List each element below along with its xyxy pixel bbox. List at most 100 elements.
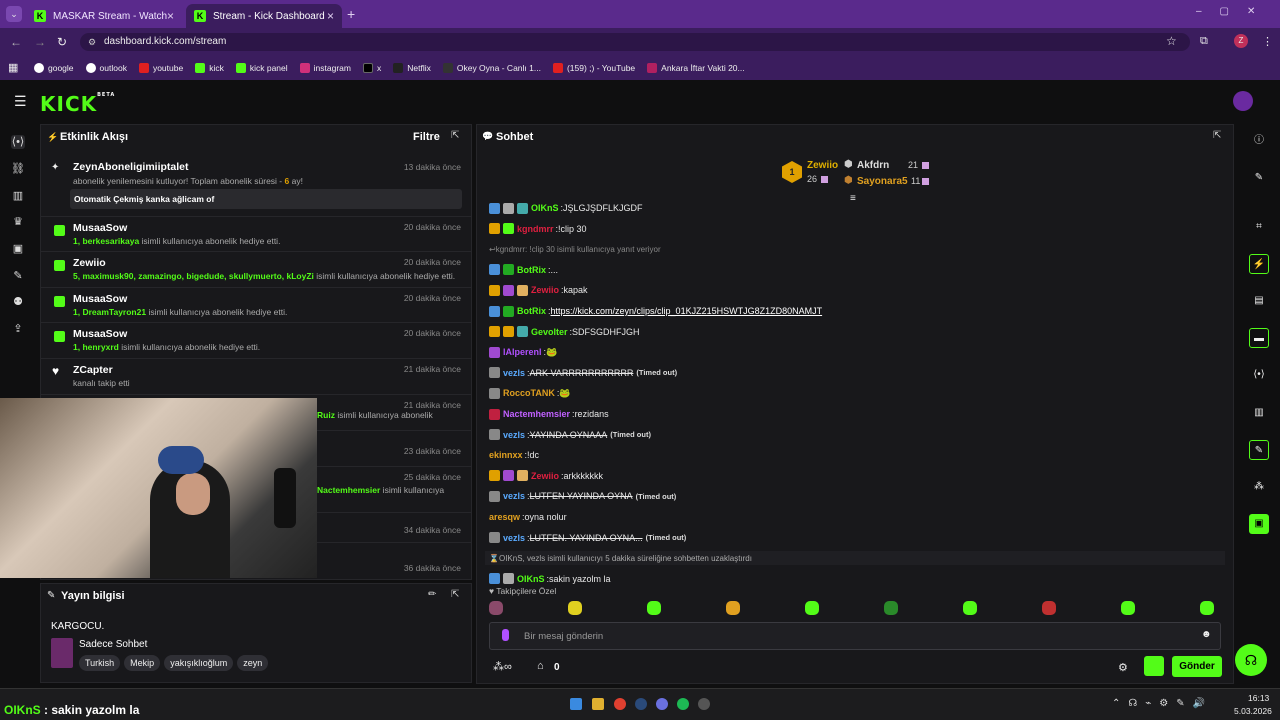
bookmark-google[interactable]: google [34,63,74,73]
chat-username[interactable]: Gevolter [531,327,568,337]
broadcast-icon[interactable]: ⟨•⟩ [1249,365,1269,385]
emote-icon[interactable] [568,601,582,615]
chart-icon[interactable]: ▥ [11,189,25,203]
capture-icon[interactable]: ⌗ [1249,217,1269,237]
chat-username[interactable]: vezls [503,430,525,440]
chat-username[interactable]: ekinnxx [489,450,523,460]
chat-username[interactable]: BotRix [517,265,546,275]
chat-username[interactable]: kgndmrr [517,224,554,234]
tag[interactable]: Mekip [124,655,161,671]
bookmark-outlook[interactable]: outlook [85,63,127,73]
bookmark-youtube-159[interactable]: (159) ;) - YouTube [552,63,635,73]
back-icon[interactable]: ← [10,35,22,49]
bookmark-x[interactable]: x [362,63,381,73]
tag[interactable]: zeyn [237,655,269,671]
trophy-icon[interactable]: ♛ [11,215,25,229]
users-icon[interactable]: ⚉ [11,295,25,309]
chat-username[interactable]: vezls [503,368,525,378]
edit-icon[interactable]: ✏ [428,589,436,600]
bookmark-kick[interactable]: kick [195,63,224,73]
close-icon[interactable]: × [167,9,174,23]
tag[interactable]: yakışıklıoğlum [164,655,234,671]
link-icon[interactable]: ⛓ [11,162,25,176]
pencil-icon[interactable]: ✎ [1249,168,1269,188]
menu-icon[interactable]: ⋮ [1262,35,1273,48]
send-button[interactable]: Gönder [1172,656,1222,677]
window-controls[interactable]: –▢✕ [1196,6,1276,17]
tab-kick-dashboard[interactable]: K Stream - Kick Dashboard × [186,4,342,28]
emote-icon[interactable] [1200,601,1214,615]
emoji-icon[interactable]: ☻ [1201,629,1212,640]
kick-logo[interactable]: KICKBETA [40,92,115,116]
user-avatar[interactable] [1233,91,1253,111]
chat-input[interactable]: Bir mesaj gönderin ☻ [489,622,1221,650]
mic-icon[interactable] [502,629,509,641]
chat-link[interactable]: https://kick.com/zeyn/clips/clip_01KJZ21… [551,306,823,316]
support-button[interactable]: ☊ [1235,644,1267,676]
close-icon[interactable]: × [327,9,334,23]
emote-icon[interactable] [1121,601,1135,615]
chat-username[interactable]: Nactemhemsier [503,409,570,419]
info-icon[interactable]: ⓘ [1249,131,1269,151]
chrome-icon[interactable] [614,698,626,710]
emote-icon[interactable] [1042,601,1056,615]
popout-icon[interactable]: ⇱ [451,589,459,600]
chat-icon[interactable]: ▬ [1249,328,1269,348]
store-icon[interactable]: ⌂ [537,660,544,672]
category-name[interactable]: Sadece Sohbet [79,639,147,650]
bookmark-ankara[interactable]: Ankara İftar Vakti 20... [647,63,745,73]
chat-username[interactable]: OIKnS [531,203,559,213]
wrench-icon[interactable]: ✎ [11,269,25,283]
forward-icon[interactable]: → [34,35,46,49]
emote-icon[interactable] [647,601,661,615]
users-icon[interactable]: ⁂ [1249,477,1269,497]
new-tab-button[interactable]: + [347,6,355,22]
video-icon[interactable]: ▣ [11,242,25,256]
tag[interactable]: Turkish [79,655,121,671]
emote-icon[interactable] [489,601,503,615]
layout-icon[interactable]: ▥ [1249,403,1269,423]
bookmark-okey[interactable]: Okey Oyna - Canlı 1... [442,63,541,73]
site-info-icon[interactable]: ⚙ [88,37,96,48]
emote-icon[interactable] [884,601,898,615]
channel-points-icon[interactable]: ⁂∞ [493,660,512,673]
profile-avatar[interactable]: Z [1234,34,1248,48]
url-input[interactable]: dashboard.kick.com/stream [80,33,1190,51]
app-icon[interactable]: ▣ [1249,514,1269,534]
apps-icon[interactable]: ▦ [8,61,18,74]
bookmark-kick-panel[interactable]: kick panel [235,63,288,73]
steam-icon[interactable] [635,698,647,710]
chat-username[interactable]: Zewiio [531,471,559,481]
tab-search-button[interactable]: ⌄ [6,6,22,22]
bookmark-instagram[interactable]: instagram [299,63,351,73]
chat-username[interactable]: Zewiio [531,285,559,295]
chat-username[interactable]: aresqw [489,512,520,522]
emote-icon[interactable] [963,601,977,615]
file-explorer-icon[interactable] [592,698,604,710]
bookmark-star-icon[interactable]: ☆ [1166,34,1177,48]
settings-icon[interactable]: ⚙ [1118,661,1128,674]
bookmark-youtube[interactable]: youtube [138,63,183,73]
obs-icon[interactable] [698,698,710,710]
bot-icon[interactable] [1144,656,1164,676]
chat-username[interactable]: vezls [503,491,525,501]
lightning-icon[interactable]: ⚡ [1249,254,1269,274]
chat-username[interactable]: RoccoTANK [503,388,555,398]
popout-icon[interactable]: ⇱ [451,130,459,141]
emote-icon[interactable] [805,601,819,615]
popout-icon[interactable]: ⇱ [1213,130,1221,141]
discord-icon[interactable] [656,698,668,710]
stream-icon[interactable]: ⟨•⟩ [11,135,25,149]
document-icon[interactable]: ▤ [1249,291,1269,311]
chat-username[interactable]: OIKnS [517,574,545,584]
tray-icons[interactable]: ⌃☊⌁⚙✎🔊 [1112,698,1213,709]
reload-icon[interactable]: ↻ [57,35,67,49]
spotify-icon[interactable] [677,698,689,710]
filter-button[interactable]: Filtre [413,131,440,143]
upload-icon[interactable]: ⇪ [11,322,25,336]
chat-username[interactable]: lAlperenl [503,347,542,357]
bookmark-netflix[interactable]: Netflix [393,63,431,73]
extensions-icon[interactable]: ⧉ [1200,35,1208,48]
tab-maskar[interactable]: KMASKAR Stream - Watch Live o× [26,4,182,28]
windows-start-icon[interactable] [570,698,582,710]
